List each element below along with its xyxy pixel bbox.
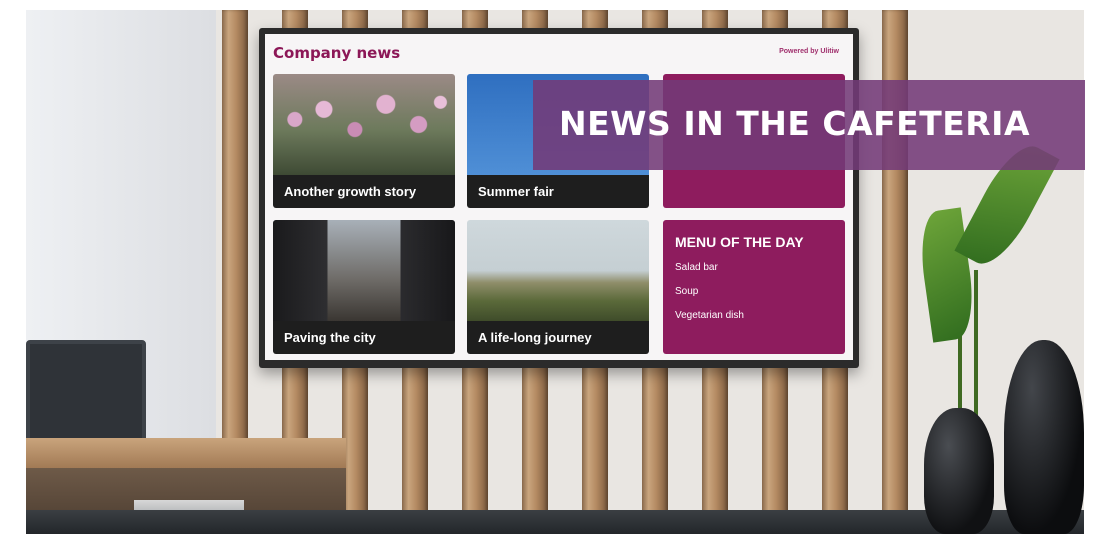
city-street-image	[273, 220, 455, 321]
wall-tv: Company news Powered by Ulitiw Another g…	[259, 28, 859, 368]
news-tile[interactable]: Paving the city	[273, 220, 455, 354]
news-tile[interactable]: A life-long journey	[467, 220, 649, 354]
headline-text: NEWS IN THE CAFETERIA	[559, 104, 1030, 143]
news-tile-caption: Another growth story	[273, 175, 455, 208]
news-tile-caption: Summer fair	[467, 175, 649, 208]
floor	[26, 510, 1084, 534]
menu-item: Vegetarian dish	[675, 310, 744, 321]
wooden-desk	[26, 438, 346, 468]
news-tile[interactable]: Another growth story	[273, 74, 455, 208]
mountain-image	[467, 220, 649, 321]
menu-title: MENU OF THE DAY	[675, 234, 804, 250]
news-tile-caption: A life-long journey	[467, 321, 649, 354]
company-news-title: Company news	[273, 44, 401, 62]
black-vase	[1004, 340, 1084, 534]
menu-of-the-day-tile: MENU OF THE DAY Salad bar Soup Vegetaria…	[663, 220, 845, 354]
headline-banner: NEWS IN THE CAFETERIA	[533, 80, 1085, 170]
black-vase	[924, 408, 994, 534]
plant-stem	[974, 270, 978, 420]
menu-item: Soup	[675, 286, 699, 297]
news-tile-caption: Paving the city	[273, 321, 455, 354]
powered-by-label: Powered by Ulitiw	[779, 48, 839, 55]
menu-item: Salad bar	[675, 262, 718, 273]
flowers-image	[273, 74, 455, 175]
